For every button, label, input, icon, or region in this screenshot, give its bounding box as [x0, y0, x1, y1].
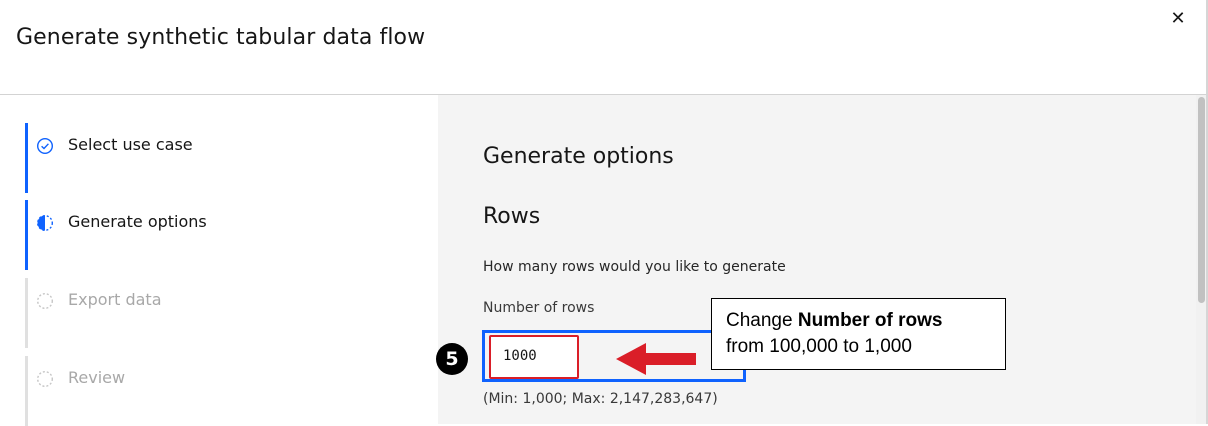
rows-heading: Rows — [483, 204, 541, 229]
annotation-callout: Change Number of rows from 100,000 to 1,… — [711, 298, 1006, 370]
number-of-rows-label: Number of rows — [483, 300, 595, 316]
scrollbar[interactable] — [1196, 95, 1206, 424]
half-filled-circle-icon — [36, 214, 54, 232]
callout-prefix: Change — [726, 310, 798, 331]
step-progress-bar — [25, 200, 28, 270]
callout-line-2: from 100,000 to 1,000 — [726, 336, 912, 357]
modal-title: Generate synthetic tabular data flow — [16, 25, 426, 50]
number-of-rows-value[interactable]: 1000 — [489, 335, 579, 379]
section-title: Generate options — [483, 144, 674, 169]
close-icon[interactable]: ✕ — [1163, 6, 1193, 32]
step-export-data[interactable]: Export data — [25, 278, 425, 348]
step-label: Review — [68, 368, 126, 387]
step-progress-bar — [25, 278, 28, 348]
callout-bold-text: Number of rows — [797, 310, 943, 331]
arrow-left-icon — [616, 343, 696, 375]
range-hint: (Min: 1,000; Max: 2,147,283,647) — [483, 391, 718, 407]
modal-header: Generate synthetic tabular data flow ✕ — [0, 0, 1206, 95]
step-select-use-case[interactable]: Select use case — [25, 123, 425, 193]
dashed-circle-icon — [36, 370, 54, 388]
scrollbar-thumb[interactable] — [1198, 97, 1205, 303]
step-progress-bar — [25, 123, 28, 193]
modal-window: Generate synthetic tabular data flow ✕ S… — [0, 0, 1208, 426]
step-label: Select use case — [68, 135, 193, 154]
step-generate-options[interactable]: Generate options — [25, 200, 425, 270]
step-review[interactable]: Review — [25, 356, 425, 426]
dashed-circle-icon — [36, 292, 54, 310]
checkmark-circle-icon — [36, 137, 54, 155]
step-progress-bar — [25, 356, 28, 426]
step-number-badge: 5 — [436, 343, 468, 375]
step-label: Generate options — [68, 212, 207, 231]
step-label: Export data — [68, 290, 162, 309]
helper-text: How many rows would you like to generate — [483, 259, 786, 275]
